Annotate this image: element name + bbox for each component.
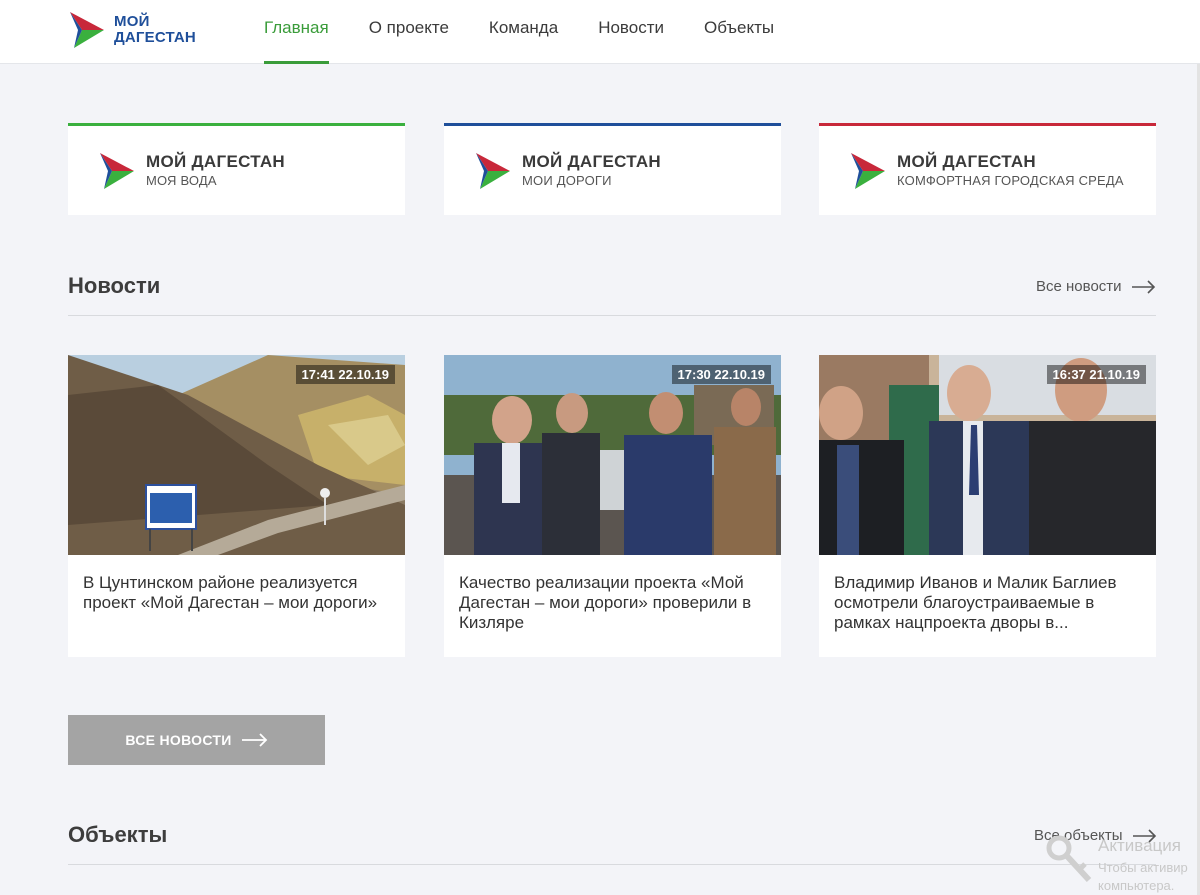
- objects-divider: [68, 864, 1156, 865]
- watermark-text: Чтобы активир: [1098, 860, 1188, 875]
- news-timestamp: 17:30 22.10.19: [671, 365, 771, 384]
- site-header: МОЙ ДАГЕСТАН Главная О проекте Команда Н…: [0, 0, 1200, 64]
- project-card-subtitle: МОИ ДОРОГИ: [522, 173, 612, 188]
- project-card-urban[interactable]: МОЙ ДАГЕСТАН КОМФОРТНАЯ ГОРОДСКАЯ СРЕДА: [819, 123, 1156, 215]
- news-title: Владимир Иванов и Малик Баглиев осмотрел…: [834, 573, 1117, 632]
- nav-item-about[interactable]: О проекте: [369, 0, 449, 64]
- objects-section-title: Объекты: [68, 822, 168, 847]
- project-card-accent-bar: [444, 123, 781, 126]
- project-card-title: МОЙ ДАГЕСТАН: [146, 152, 286, 171]
- arrow-right-icon: [1131, 279, 1155, 294]
- news-image: 16:37 21.10.19: [819, 355, 1156, 555]
- all-news-button[interactable]: ВСЕ НОВОСТИ: [68, 715, 325, 765]
- all-news-link[interactable]: Все новости: [1036, 278, 1156, 295]
- project-card-roads[interactable]: МОЙ ДАГЕСТАН МОИ ДОРОГИ: [444, 123, 781, 215]
- news-card[interactable]: 17:41 22.10.19 В Цунтинском районе реали…: [68, 355, 405, 657]
- news-image: 17:41 22.10.19: [68, 355, 405, 555]
- news-card[interactable]: 16:37 21.10.19 Владимир Иванов и Малик Б…: [819, 355, 1156, 657]
- nav-item-objects[interactable]: Объекты: [704, 0, 774, 64]
- logo-line2: ДАГЕСТАН: [114, 29, 196, 46]
- project-card-subtitle: МОЯ ВОДА: [146, 173, 217, 188]
- news-section-title: Новости: [68, 273, 161, 298]
- all-news-link-label: Все новости: [1036, 278, 1122, 295]
- news-title: Качество реализации проекта «Мой Дагеста…: [459, 573, 752, 632]
- nav-item-home[interactable]: Главная: [264, 0, 329, 64]
- logo-arrow-icon: [70, 12, 104, 48]
- news-card[interactable]: 17:30 22.10.19 Качество реализации проек…: [444, 355, 781, 657]
- project-card-accent-bar: [819, 123, 1156, 126]
- news-timestamp: 17:41 22.10.19: [295, 365, 395, 384]
- logo-arrow-icon: [851, 153, 885, 189]
- all-news-button-label: ВСЕ НОВОСТИ: [125, 732, 232, 748]
- site-logo[interactable]: МОЙ ДАГЕСТАН: [68, 9, 218, 51]
- project-card-title: МОЙ ДАГЕСТАН: [522, 152, 662, 171]
- logo-arrow-icon: [476, 153, 510, 189]
- project-card-subtitle: КОМФОРТНАЯ ГОРОДСКАЯ СРЕДА: [897, 173, 1124, 188]
- news-image: 17:30 22.10.19: [444, 355, 781, 555]
- main-nav: Главная О проекте Команда Новости Объект…: [264, 0, 814, 64]
- news-title: В Цунтинском районе реализуется проект «…: [83, 573, 378, 612]
- nav-item-team[interactable]: Команда: [489, 0, 558, 64]
- logo-line1: МОЙ: [114, 13, 150, 30]
- watermark-title: Активация: [1098, 836, 1181, 855]
- project-card-title: МОЙ ДАГЕСТАН: [897, 152, 1037, 171]
- news-timestamp: 16:37 21.10.19: [1046, 365, 1146, 384]
- arrow-right-icon: [241, 733, 267, 747]
- nav-item-news[interactable]: Новости: [598, 0, 664, 64]
- key-icon: [1046, 835, 1092, 883]
- project-card-accent-bar: [68, 123, 405, 126]
- project-card-water[interactable]: МОЙ ДАГЕСТАН МОЯ ВОДА: [68, 123, 405, 215]
- news-divider: [68, 315, 1156, 316]
- logo-arrow-icon: [100, 153, 134, 189]
- watermark-text: компьютера.: [1098, 878, 1175, 893]
- activation-watermark: Активация Чтобы активир компьютера.: [1045, 830, 1200, 895]
